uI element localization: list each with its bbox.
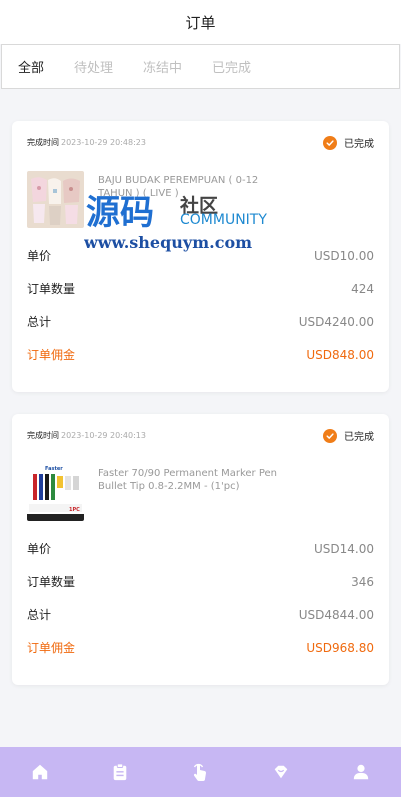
order-card[interactable]: 完成时间 2023-10-29 20:40:13 已完成 Faster 1PC … <box>12 414 389 685</box>
time-value: 2023-10-29 20:48:23 <box>61 138 146 147</box>
unit-price-value: USD10.00 <box>314 248 374 263</box>
clipboard-icon <box>113 763 127 781</box>
tabbar-profile[interactable] <box>341 752 381 792</box>
tabbar-home[interactable] <box>20 752 60 792</box>
bottom-tabbar <box>0 747 401 797</box>
user-icon <box>353 764 369 780</box>
completion-time: 完成时间 2023-10-29 20:40:13 <box>27 428 146 441</box>
status-badge: 已完成 <box>323 428 374 443</box>
order-card[interactable]: 完成时间 2023-10-29 20:48:23 已完成 BAJU BUDAK … <box>12 121 389 392</box>
commission-label: 订单佣金 <box>27 641 76 655</box>
product-name: Faster 70/90 Permanent Marker Pen Bullet… <box>98 468 277 492</box>
total-value: USD4240.00 <box>298 314 374 329</box>
tap-hand-icon <box>194 763 207 781</box>
time-label: 完成时间 <box>27 431 59 440</box>
heart-badge-icon <box>274 765 287 779</box>
svg-text:Faster: Faster <box>45 466 63 472</box>
tabbar-grab[interactable] <box>180 752 220 792</box>
tab-pending[interactable]: 待处理 <box>74 57 113 76</box>
quantity-value: 346 <box>351 574 374 589</box>
product-image: Faster 1PC <box>27 464 84 521</box>
filter-tabs: 全部 待处理 冻结中 已完成 <box>1 44 400 89</box>
svg-text:1PC: 1PC <box>69 507 80 513</box>
status-text: 已完成 <box>344 432 374 443</box>
unit-price-row: 单价 USD14.00 <box>27 532 374 565</box>
home-icon <box>32 764 48 780</box>
page-header: 订单 <box>0 0 401 44</box>
product-image <box>27 171 84 228</box>
completion-time: 完成时间 2023-10-29 20:48:23 <box>27 135 146 148</box>
commission-value: USD968.80 <box>306 640 374 655</box>
tab-completed[interactable]: 已完成 <box>212 57 251 76</box>
total-label: 总计 <box>27 608 52 622</box>
time-label: 完成时间 <box>27 138 59 147</box>
quantity-label: 订单数量 <box>27 575 76 589</box>
unit-price-value: USD14.00 <box>314 541 374 556</box>
quantity-row: 订单数量 346 <box>27 565 374 598</box>
quantity-value: 424 <box>351 281 374 296</box>
commission-value: USD848.00 <box>306 347 374 362</box>
status-text: 已完成 <box>344 139 374 150</box>
check-circle-icon <box>323 135 337 150</box>
time-value: 2023-10-29 20:40:13 <box>61 431 146 440</box>
unit-price-label: 单价 <box>27 542 52 556</box>
total-row: 总计 USD4240.00 <box>27 305 374 338</box>
commission-row: 订单佣金 USD968.80 <box>27 631 374 664</box>
quantity-row: 订单数量 424 <box>27 272 374 305</box>
product-name: BAJU BUDAK PEREMPUAN ( 0-12 TAHUN ) ( LI… <box>98 175 259 199</box>
tab-all[interactable]: 全部 <box>18 57 44 76</box>
status-badge: 已完成 <box>323 135 374 150</box>
page-title: 订单 <box>185 13 216 32</box>
total-row: 总计 USD4844.00 <box>27 598 374 631</box>
unit-price-label: 单价 <box>27 249 52 263</box>
quantity-label: 订单数量 <box>27 282 76 296</box>
order-list: 完成时间 2023-10-29 20:48:23 已完成 BAJU BUDAK … <box>0 89 401 685</box>
total-label: 总计 <box>27 315 52 329</box>
tabbar-vip[interactable] <box>261 752 301 792</box>
tab-frozen[interactable]: 冻结中 <box>143 57 182 76</box>
commission-label: 订单佣金 <box>27 348 76 362</box>
tabbar-orders[interactable] <box>100 752 140 792</box>
total-value: USD4844.00 <box>298 607 374 622</box>
commission-row: 订单佣金 USD848.00 <box>27 338 374 371</box>
unit-price-row: 单价 USD10.00 <box>27 239 374 272</box>
check-circle-icon <box>323 428 337 443</box>
